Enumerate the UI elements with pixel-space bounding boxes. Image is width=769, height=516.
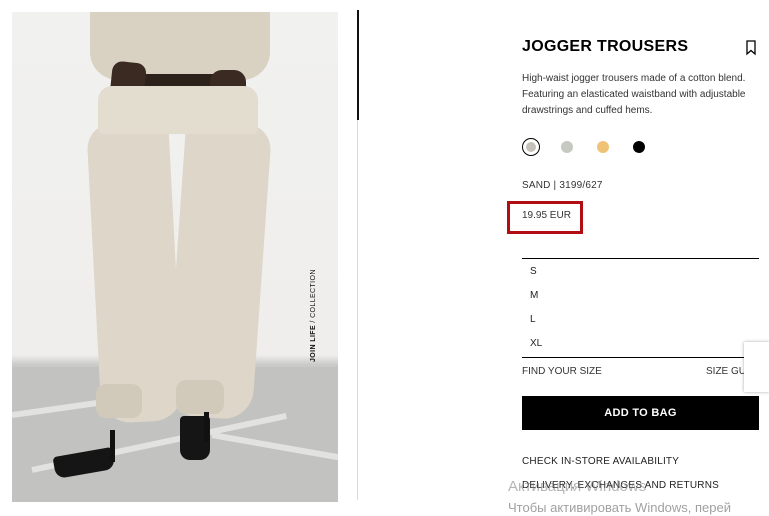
windows-activation-watermark-text: Чтобы активировать Windows, перей (508, 500, 732, 515)
color-swatches (522, 138, 722, 156)
color-swatch-yellow[interactable] (597, 141, 609, 153)
windows-activation-watermark-title: Активация Windows (508, 478, 647, 495)
photo-caption-rest: / COLLECTION (310, 269, 317, 325)
color-swatch-light-grey[interactable] (561, 141, 573, 153)
bookmark-icon[interactable] (744, 40, 758, 56)
product-info-panel: JOGGER TROUSERS High-waist jogger trouse… (522, 0, 769, 516)
photo-heel-right (204, 412, 209, 442)
add-to-bag-button[interactable]: ADD TO BAG (522, 396, 759, 430)
size-option[interactable]: S (530, 266, 537, 277)
photo-cuff-right (176, 380, 224, 414)
photo-caption-bold: JOIN LIFE (310, 324, 317, 362)
photo-waistband (98, 86, 258, 134)
photo-leg-right (165, 119, 273, 421)
product-photo (12, 12, 338, 502)
side-tab-widget[interactable] (744, 342, 769, 392)
size-option[interactable]: L (530, 314, 536, 325)
find-your-size-link[interactable]: FIND YOUR SIZE (522, 366, 602, 377)
gallery-scroll-thumb[interactable] (357, 10, 359, 120)
color-and-reference: SAND | 3199/627 (522, 180, 603, 191)
size-option[interactable]: M (530, 290, 538, 301)
product-title: JOGGER TROUSERS (522, 38, 689, 55)
check-in-store-link[interactable]: CHECK IN-STORE AVAILABILITY (522, 456, 679, 467)
price-highlight-box (507, 201, 583, 234)
photo-caption: JOIN LIFE / COLLECTION (310, 269, 317, 362)
color-swatch-black[interactable] (633, 141, 645, 153)
photo-cuff-left (96, 384, 142, 418)
size-option[interactable]: XL (530, 338, 542, 349)
size-guide-link[interactable]: SIZE GU (706, 366, 746, 377)
size-list: S M L XL (522, 258, 759, 358)
color-swatch-sand[interactable] (522, 138, 540, 156)
photo-trousers (86, 86, 273, 424)
product-description: High-waist jogger trousers made of a cot… (522, 73, 746, 116)
photo-heel-left (110, 430, 115, 462)
